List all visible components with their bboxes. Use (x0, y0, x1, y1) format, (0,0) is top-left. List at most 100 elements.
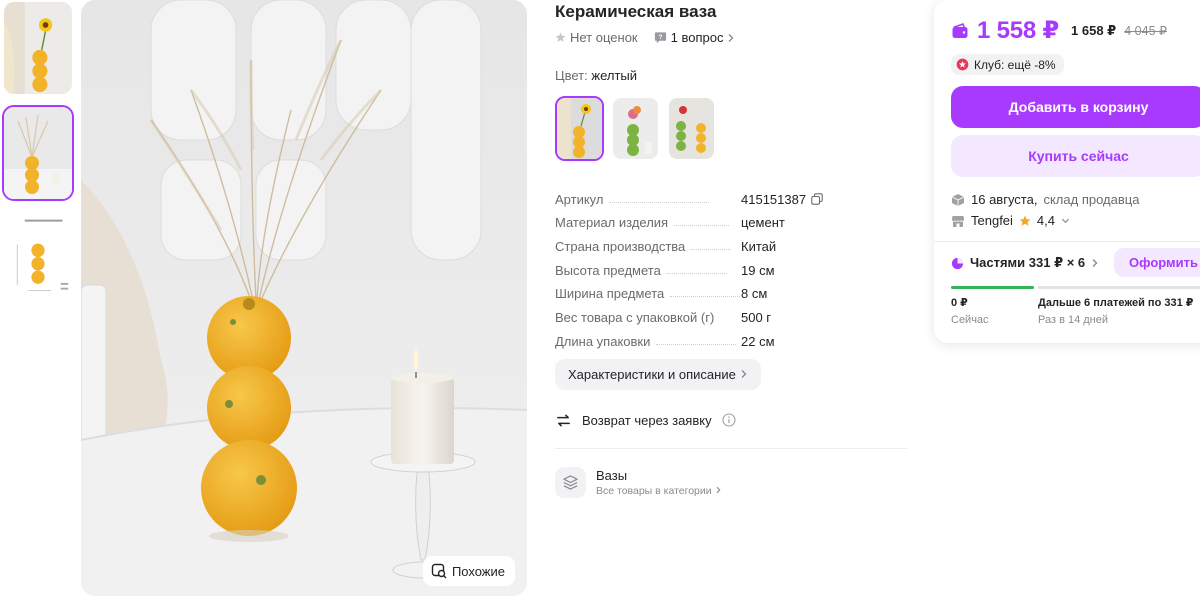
thumbnail-3[interactable] (2, 210, 74, 306)
spec-name: Вес товара с упаковкой (г) (555, 310, 715, 326)
club-badge[interactable]: Клуб: ещё -8% (951, 54, 1064, 75)
specs-table: Артикул 415151387 Материал изделия цемен… (555, 183, 910, 349)
shop-icon (952, 215, 964, 227)
thumbnail-list (2, 0, 76, 315)
old-price: 4 045 ₽ (1124, 24, 1167, 38)
spec-name: Высота предмета (555, 262, 661, 278)
spec-row: Вес товара с упаковкой (г) 500 г (555, 301, 910, 325)
category-subtitle-text: Все товары в категории (596, 484, 712, 497)
article-number: 415151387 (741, 191, 807, 207)
price-row: 1 558 ₽ 1 658 ₽ 4 045 ₽ (951, 16, 1200, 45)
delivery-info: 16 августа, склад продавца (951, 192, 1200, 207)
wallet-icon (952, 22, 968, 38)
spec-dots (674, 225, 730, 227)
product-title: Керамическая ваза (555, 2, 717, 21)
delivery-source: склад продавца (1043, 192, 1140, 207)
star-icon (1019, 215, 1031, 226)
box-icon (951, 193, 965, 206)
chevron-right-icon (741, 370, 747, 379)
product-meta: Нет оценок ? 1 вопрос (555, 30, 910, 45)
spec-name: Ширина предмета (555, 286, 665, 302)
spec-dots (670, 296, 741, 298)
spec-name: Материал изделия (555, 215, 669, 231)
pay-now-label: Сейчас (951, 314, 989, 326)
spec-name: Длина упаковки (555, 333, 651, 349)
progress-remaining (1037, 286, 1200, 289)
color-variants (555, 96, 910, 161)
variant-mixed[interactable] (667, 96, 716, 161)
installments-progress (951, 286, 1200, 289)
seller-name: Tengfei (971, 213, 1013, 228)
panel-divider (934, 241, 1200, 242)
thumbnail-3-image (4, 212, 72, 304)
variant-mixed-image (669, 98, 714, 159)
thumbnail-1-image (4, 2, 72, 94)
payment-next: Дальше 6 платежей по 331 ₽ Раз в 14 дней (1038, 296, 1193, 326)
spec-dots (666, 272, 727, 274)
progress-paid (951, 286, 1034, 289)
question-icon: ? (654, 32, 666, 44)
installments-text[interactable]: Частями 331 ₽ × 6 (970, 255, 1085, 271)
spec-value: 19 см (741, 262, 775, 278)
divider (555, 447, 907, 449)
thumbnail-2[interactable] (2, 105, 74, 201)
installments-row: Частями 331 ₽ × 6 Оформить (951, 248, 1200, 277)
club-icon (956, 58, 969, 71)
installments-button[interactable]: Оформить (1114, 248, 1200, 277)
spec-row: Длина упаковки 22 см (555, 325, 910, 349)
seller-info[interactable]: Tengfei 4,4 (951, 213, 1200, 228)
chevron-right-icon (1092, 259, 1098, 267)
price-without-card: 1 658 ₽ (1071, 22, 1117, 38)
variant-yellow[interactable] (555, 96, 604, 161)
characteristics-button[interactable]: Характеристики и описание (555, 358, 761, 390)
delivery-date: 16 августа, (971, 192, 1038, 207)
product-photo (81, 0, 527, 596)
spec-value: 415151387 (741, 192, 823, 207)
category-subtitle: Все товары в категории (596, 485, 722, 497)
main-product-image[interactable]: Похожие (81, 0, 527, 596)
spec-row: Страна производства Китай (555, 230, 910, 254)
characteristics-button-label: Характеристики и описание (568, 366, 736, 382)
similar-icon (431, 563, 447, 579)
variant-green[interactable] (611, 96, 660, 161)
info-icon[interactable] (722, 413, 736, 427)
spec-row: Материал изделия цемент (555, 207, 910, 231)
current-price: 1 558 ₽ (977, 17, 1060, 44)
chevron-right-icon (728, 33, 734, 42)
color-value: желтый (591, 68, 638, 83)
copy-icon[interactable] (811, 193, 823, 205)
pay-next-value: Дальше 6 платежей по 331 ₽ (1038, 297, 1194, 309)
category-link[interactable]: Вазы Все товары в категории (555, 466, 910, 498)
seller-rating: 4,4 (1036, 213, 1055, 228)
spec-value: Китай (741, 239, 777, 255)
spec-value: 500 г (741, 310, 772, 326)
return-text: Возврат через заявку (582, 412, 712, 428)
color-label: Цвет: желтый (555, 68, 910, 83)
return-icon (557, 414, 570, 427)
pay-now-value: 0 ₽ (951, 297, 968, 309)
spec-dots (656, 343, 737, 345)
buy-now-button[interactable]: Купить сейчас (951, 135, 1200, 177)
buy-panel: 1 558 ₽ 1 658 ₽ 4 045 ₽ Клуб: ещё -8% До… (934, 0, 1200, 343)
payment-schedule: 0 ₽ Сейчас Дальше 6 платежей по 331 ₽ Ра… (951, 296, 1200, 326)
variant-green-image (613, 98, 658, 159)
similar-button[interactable]: Похожие (422, 556, 515, 586)
questions-link[interactable]: 1 вопрос (671, 30, 724, 45)
chevron-down-icon (1061, 218, 1070, 223)
spec-row: Ширина предмета 8 см (555, 278, 910, 302)
spec-name: Страна производства (555, 239, 686, 255)
installments-icon (951, 257, 964, 269)
svg-text:?: ? (658, 34, 662, 41)
category-title: Вазы (596, 467, 628, 483)
rating-text[interactable]: Нет оценок (570, 30, 638, 45)
spec-value: цемент (741, 215, 785, 231)
category-icon (555, 466, 586, 498)
club-text: Клуб: ещё -8% (974, 57, 1056, 72)
payment-now: 0 ₽ Сейчас (951, 296, 1038, 326)
add-to-cart-button[interactable]: Добавить в корзину (951, 86, 1200, 128)
thumbnail-1[interactable] (2, 0, 74, 96)
pay-next-label: Раз в 14 дней (1038, 314, 1109, 326)
spec-name: Артикул (555, 191, 604, 207)
thumbnail-2-image (4, 107, 72, 199)
variant-yellow-image (557, 98, 602, 159)
